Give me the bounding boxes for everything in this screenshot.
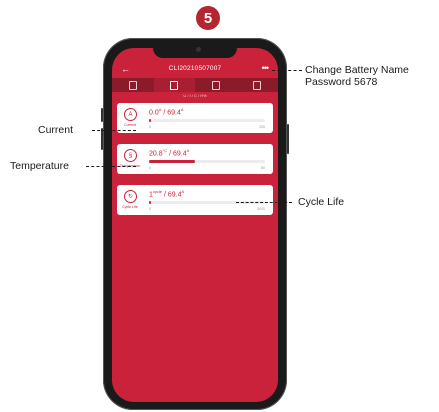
scale-min: 0: [149, 166, 151, 170]
scale-max: 80: [261, 166, 265, 170]
tab-data[interactable]: [153, 78, 195, 92]
progress-track: [149, 119, 265, 122]
callout-line: [86, 166, 136, 167]
cycle-icon: ↻: [124, 190, 137, 203]
progress-fill: [149, 119, 151, 122]
value-max: / 69.4: [163, 191, 182, 199]
value-number: 20.8: [149, 150, 163, 158]
current-icon: A: [124, 108, 137, 121]
phone-side-button: [101, 108, 103, 122]
tab-battery[interactable]: [112, 78, 154, 92]
step-number-badge: 5: [196, 6, 220, 30]
alarm-icon: [211, 80, 220, 90]
app-header: ← CLI20210507007 •••: [112, 62, 278, 78]
app-screen: ← CLI20210507007 ••• U / I / C / H% A Cu…: [112, 48, 278, 402]
camera-icon: [196, 47, 201, 52]
card-value: 20.8°C / 69.4A: [149, 148, 189, 157]
progress-fill: [149, 160, 196, 163]
card-label: Cycle Life: [122, 205, 138, 209]
tab-cart[interactable]: [237, 78, 279, 92]
max-unit: A: [181, 189, 185, 194]
phone-side-button: [287, 124, 289, 154]
callout-line: [272, 70, 302, 71]
more-options-icon[interactable]: •••: [262, 62, 270, 74]
data-sheet-icon: [170, 80, 179, 90]
battery-name-title[interactable]: CLI20210507007: [112, 65, 278, 72]
progress-track: [149, 160, 265, 163]
current-card[interactable]: A Current 0.0A / 69.4A 0 200: [117, 103, 273, 133]
tab-alarm[interactable]: [195, 78, 237, 92]
value-max: / 69.4: [163, 109, 181, 117]
value-number: 0.0: [149, 109, 159, 117]
callout-text: Password 5678: [305, 76, 378, 88]
cycle-life-callout: Cycle Life: [298, 196, 345, 208]
phone-notch: [153, 44, 237, 58]
temperature-card[interactable]: § Temperature 20.8°C / 69.4A 0 80: [117, 144, 273, 174]
value-max: / 69.4: [169, 150, 187, 158]
value-unit: cycle: [152, 189, 163, 194]
phone-side-button: [101, 128, 103, 150]
scale-min: 0: [149, 207, 151, 211]
max-unit: A: [180, 107, 184, 112]
scale-min: 0: [149, 125, 151, 129]
card-value: 1cycle / 69.4A: [149, 189, 184, 198]
max-unit: A: [186, 148, 190, 153]
current-callout: Current: [38, 124, 74, 136]
tab-bar: [112, 78, 278, 92]
tab-subtitle: U / I / C / H%: [183, 93, 207, 98]
card-value: 0.0A / 69.4A: [149, 107, 184, 116]
temperature-callout: Temperature: [10, 160, 69, 172]
callout-line: [92, 130, 136, 131]
scale-max: 200: [259, 125, 265, 129]
change-battery-callout: Change Battery Name Password 5678: [305, 64, 409, 88]
value-unit: A: [158, 107, 162, 112]
cart-icon: [253, 80, 262, 90]
callout-line: [236, 202, 292, 203]
scale-max: 3000: [257, 207, 265, 211]
value-unit: °C: [162, 148, 168, 153]
progress-fill: [149, 201, 152, 204]
thermometer-icon: §: [124, 149, 137, 162]
callout-text: Change Battery Name: [305, 64, 409, 76]
cycle-life-card[interactable]: ↻ Cycle Life 1cycle / 69.4A 0 3000: [117, 185, 273, 215]
battery-icon: [128, 80, 137, 90]
card-label: Current: [124, 123, 136, 127]
